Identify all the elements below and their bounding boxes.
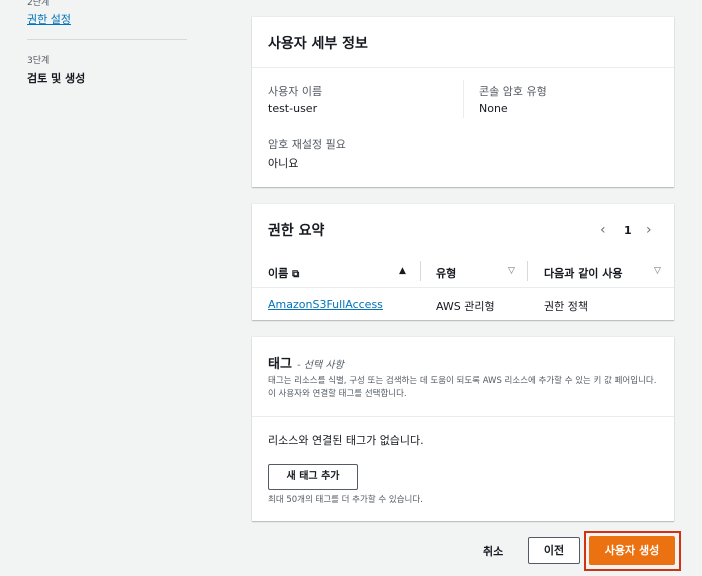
col-used-as-header[interactable]: 다음과 같이 사용	[544, 265, 623, 281]
policy-used-as-cell: 권한 정책	[544, 300, 588, 313]
pw-reset-label: 암호 재설정 필요	[268, 138, 346, 151]
step-3-label: 3단계	[27, 56, 50, 66]
page-number[interactable]: 1	[624, 224, 632, 237]
tags-title-row: 태그 - 선택 사항	[268, 353, 344, 372]
pw-reset-value: 아니요	[268, 157, 299, 170]
step-2-link[interactable]: 권한 설정	[27, 11, 71, 27]
col-type-header[interactable]: 유형	[436, 265, 456, 281]
column-separator	[527, 261, 528, 281]
username-label: 사용자 이름	[268, 85, 323, 98]
sort-icon[interactable]: ▽	[508, 266, 515, 276]
tags-limit-text: 최대 50개의 태그를 더 추가할 수 있습니다.	[268, 495, 423, 505]
tags-optional: - 선택 사항	[297, 360, 344, 371]
prev-page-icon[interactable]: ‹	[600, 222, 606, 238]
cancel-button[interactable]: 취소	[483, 543, 503, 559]
sort-asc-icon[interactable]: ▲	[399, 266, 406, 276]
user-details-title: 사용자 세부 정보	[268, 36, 368, 52]
previous-button[interactable]: 이전	[528, 537, 580, 564]
column-separator	[420, 261, 421, 281]
highlight-box	[584, 531, 681, 571]
console-pw-type-label: 콘솔 암호 유형	[479, 85, 547, 98]
external-link-icon: ⧉	[292, 269, 300, 280]
wizard-steps-sidebar: 2단계 권한 설정 3단계 검토 및 생성	[0, 0, 215, 576]
tags-empty-text: 리소스와 연결된 태그가 없습니다.	[268, 434, 424, 447]
username-value: test-user	[268, 102, 318, 115]
console-pw-type-value: None	[479, 102, 508, 115]
permissions-title: 권한 요약	[268, 223, 325, 239]
policy-type-cell: AWS 관리형	[436, 300, 495, 313]
col-name-header[interactable]: 이름 ⧉	[268, 265, 299, 281]
tags-title: 태그	[268, 357, 292, 372]
user-details-header: 사용자 세부 정보	[252, 17, 674, 68]
kv-divider	[463, 80, 464, 118]
sort-icon[interactable]: ▽	[654, 266, 661, 276]
add-tag-button[interactable]: 새 태그 추가	[268, 464, 358, 490]
policy-name-link[interactable]: AmazonS3FullAccess	[268, 298, 383, 311]
step-2-label: 2단계	[27, 0, 50, 8]
col-name-label: 이름	[268, 267, 289, 280]
sidebar-divider	[27, 39, 187, 40]
next-page-icon[interactable]: ›	[646, 222, 652, 238]
step-3-current: 검토 및 생성	[27, 72, 86, 85]
tags-description: 태그는 리소스를 식별, 구성 또는 검색하는 데 도움이 되도록 AWS 리소…	[268, 376, 657, 399]
